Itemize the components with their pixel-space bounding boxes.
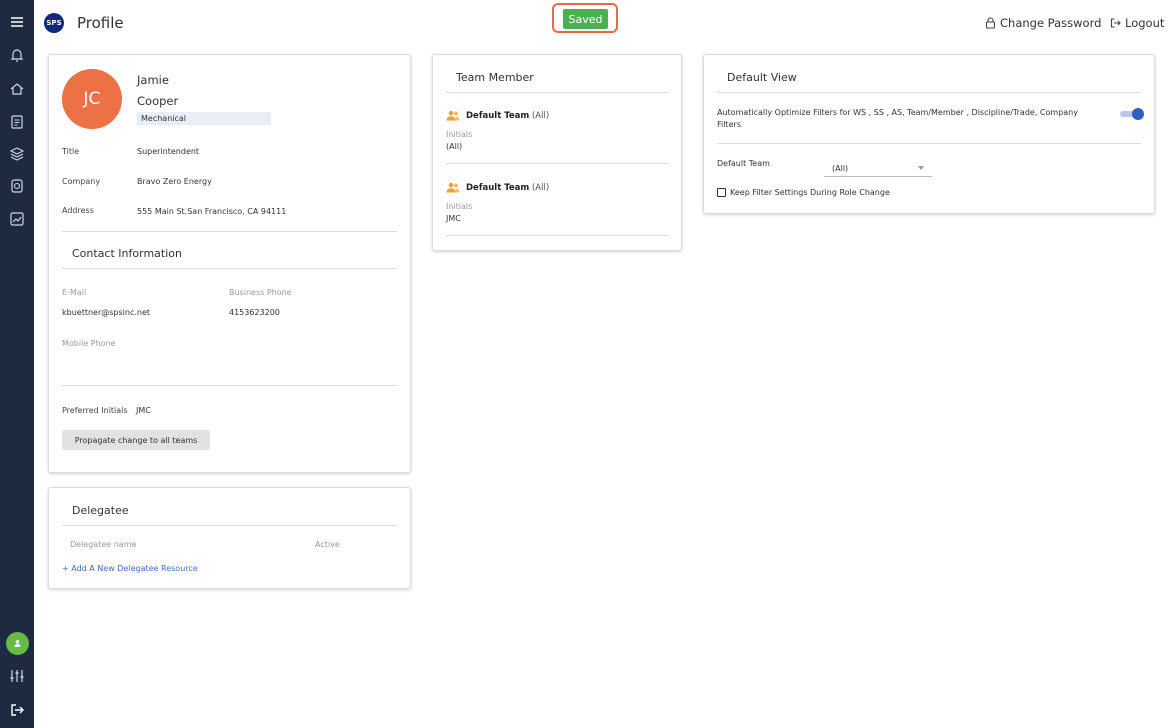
title-value: Superintendent	[137, 147, 200, 156]
initials-value: (All)	[446, 142, 463, 151]
email-label: E-Mail	[62, 288, 87, 297]
saved-highlight: Saved	[552, 3, 618, 33]
document-list-icon[interactable]	[0, 109, 34, 135]
divider	[62, 231, 397, 232]
home-icon[interactable]	[0, 76, 34, 102]
propagate-button[interactable]: Propagate change to all teams	[62, 430, 210, 450]
change-password-label: Change Password	[1000, 16, 1102, 30]
layers-icon[interactable]	[0, 141, 34, 167]
divider	[717, 92, 1141, 93]
initials-value: JMC	[446, 214, 461, 223]
team-icon	[446, 110, 460, 121]
team-scope: (All)	[531, 110, 550, 121]
sps-logo: SPS	[44, 13, 64, 33]
auto-optimize-toggle[interactable]	[1120, 108, 1144, 120]
team-name: Default Team	[466, 110, 530, 121]
divider	[62, 525, 397, 526]
book-icon[interactable]	[0, 173, 34, 199]
initials-label: Initials	[446, 130, 473, 139]
divider	[446, 92, 668, 93]
mobile-phone-label: Mobile Phone	[62, 339, 116, 348]
menu-icon[interactable]	[0, 9, 34, 35]
preferred-initials-label: Preferred Initials	[62, 406, 128, 415]
default-team-value: (All)	[832, 164, 849, 173]
add-delegatee-link[interactable]: + Add A New Delegatee Resource	[62, 564, 198, 573]
address-value: 555 Main St.San Francisco, CA 94111	[137, 207, 287, 216]
team-row[interactable]: Default Team (All)	[446, 110, 549, 121]
business-phone-value[interactable]: 4153623200	[229, 308, 280, 317]
sliders-icon[interactable]	[0, 663, 34, 689]
chart-icon[interactable]	[0, 206, 34, 232]
logout-label: Logout	[1125, 16, 1165, 30]
avatar: JC	[62, 69, 122, 129]
default-view-heading: Default View	[727, 71, 797, 84]
user-icon[interactable]	[6, 632, 29, 655]
toggle-knob	[1132, 108, 1144, 120]
active-header: Active	[315, 540, 340, 549]
divider	[446, 235, 668, 236]
page-title: Profile	[77, 14, 124, 32]
discipline-chip: Mechanical	[137, 112, 271, 125]
logout-link[interactable]: Logout	[1110, 16, 1164, 30]
team-row[interactable]: Default Team (All)	[446, 182, 549, 193]
default-team-label: Default Team	[717, 159, 770, 168]
change-password-link[interactable]: Change Password	[985, 16, 1101, 30]
team-scope: (All)	[531, 182, 550, 193]
chevron-down-icon	[918, 166, 924, 170]
first-name: Jamie	[137, 73, 169, 87]
team-member-card: Team Member Default Team (All) Initials …	[432, 54, 682, 251]
team-member-heading: Team Member	[456, 71, 534, 84]
default-team-select[interactable]: (All)	[824, 159, 932, 177]
auto-optimize-label: Automatically Optimize Filters for WS , …	[717, 108, 1078, 129]
delegatee-card: Delegatee Delegatee name Active + Add A …	[48, 487, 411, 589]
bell-icon[interactable]	[0, 42, 34, 68]
company-label: Company	[62, 177, 101, 186]
logout-icon	[1110, 18, 1121, 28]
preferred-initials-value[interactable]: JMC	[136, 406, 151, 415]
lock-icon	[985, 17, 996, 29]
sign-out-icon[interactable]	[0, 697, 34, 723]
saved-badge: Saved	[563, 9, 608, 29]
keep-filter-label: Keep Filter Settings During Role Change	[730, 188, 890, 197]
divider	[717, 143, 1141, 144]
divider	[446, 163, 668, 164]
delegatee-heading: Delegatee	[72, 504, 129, 517]
sidebar	[0, 0, 34, 728]
default-view-card: Default View Automatically Optimize Filt…	[703, 54, 1155, 214]
keep-filter-checkbox[interactable]	[717, 188, 726, 197]
title-label: Title	[62, 147, 80, 156]
business-phone-label: Business Phone	[229, 288, 292, 297]
divider	[62, 268, 397, 269]
address-label: Address	[62, 206, 94, 215]
team-icon	[446, 182, 460, 193]
delegatee-name-header: Delegatee name	[70, 540, 137, 549]
last-name: Cooper	[137, 94, 179, 108]
team-name: Default Team	[466, 182, 530, 193]
contact-heading: Contact Information	[72, 247, 182, 260]
email-value[interactable]: kbuettner@spsinc.net	[62, 308, 150, 317]
company-value: Bravo Zero Energy	[137, 177, 212, 186]
divider	[62, 385, 397, 386]
initials-label: Initials	[446, 202, 473, 211]
profile-card: JC Jamie Cooper Mechanical Title Superin…	[48, 54, 411, 473]
